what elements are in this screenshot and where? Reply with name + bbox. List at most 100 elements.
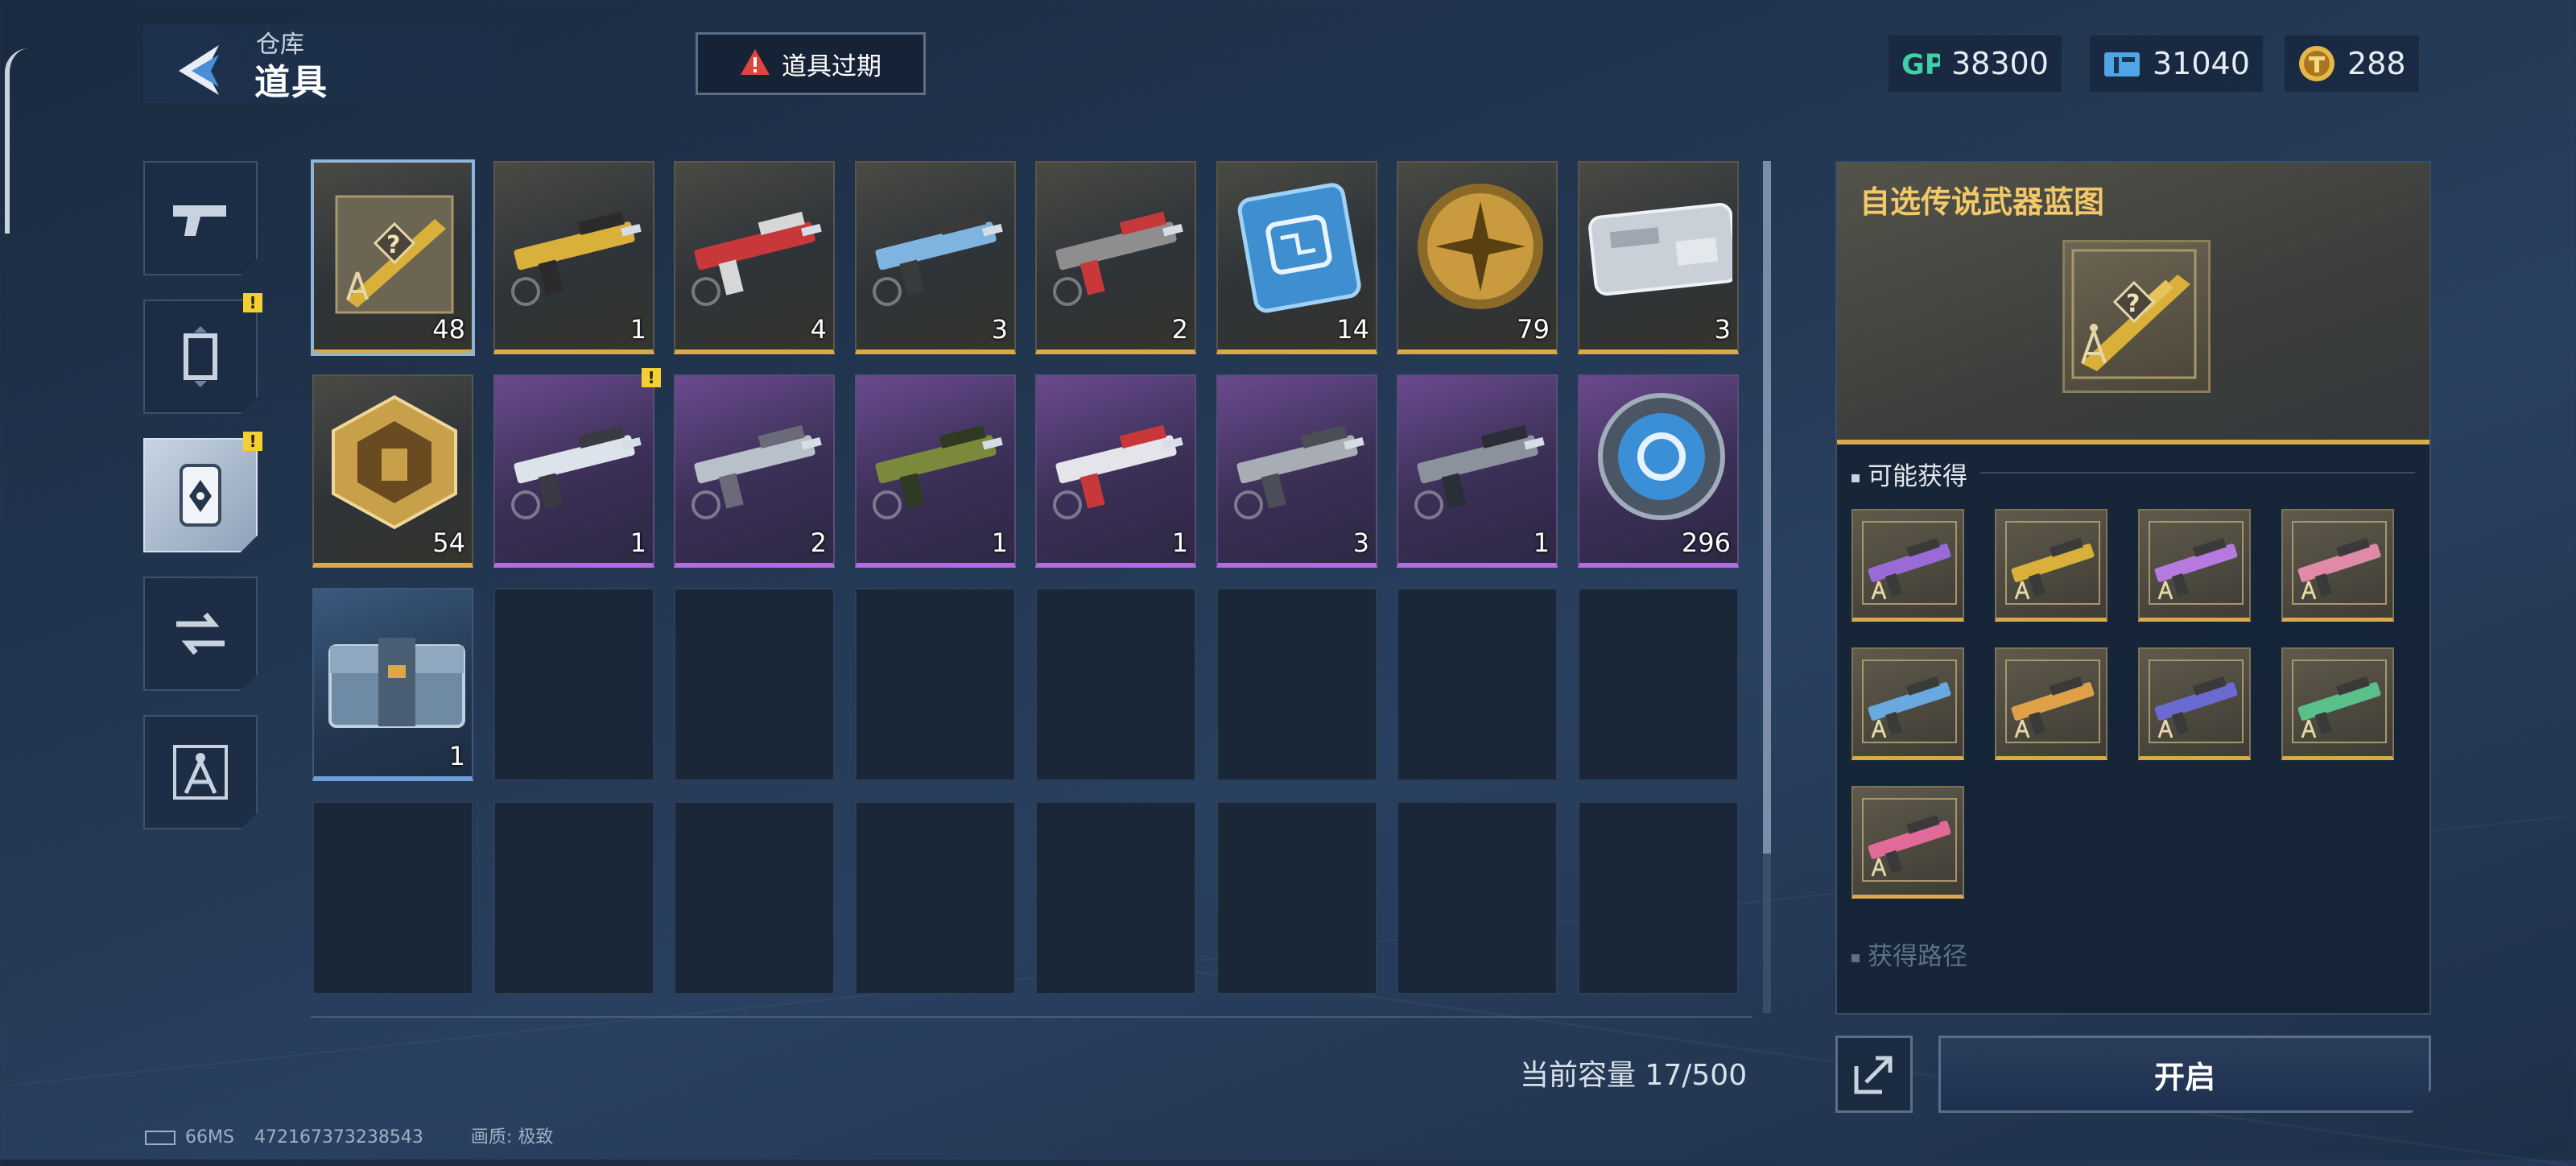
graphics-quality: 画质: 极致 — [470, 1127, 554, 1147]
player-id: 472167373238543 — [254, 1127, 423, 1147]
bullet-icon — [1852, 473, 1860, 482]
inventory-slot[interactable]: 1 — [493, 161, 654, 354]
category-tab-items[interactable] — [143, 438, 258, 552]
page-title: 道具 — [254, 62, 328, 103]
inventory-slot[interactable]: 1 — [1397, 374, 1558, 568]
gold-value: 288 — [2347, 46, 2406, 81]
possible-reward-item[interactable] — [2138, 647, 2251, 760]
empty-slot — [493, 588, 654, 781]
item-quantity: 3 — [991, 314, 1008, 345]
inventory-slot[interactable]: 1 — [493, 374, 654, 568]
inventory-slot[interactable]: 4 — [674, 161, 835, 354]
blue-pistol-blueprint-icon — [1860, 657, 1959, 746]
bullet-icon — [1852, 953, 1860, 962]
back-arrow-icon[interactable] — [171, 39, 230, 98]
inventory-slot[interactable]: 1 — [1035, 374, 1196, 568]
category-badge-frames: ! — [243, 293, 262, 312]
item-quantity: 1 — [448, 741, 465, 771]
item-quantity: 2 — [810, 527, 827, 558]
category-tab-frames[interactable] — [143, 300, 258, 414]
possible-reward-item[interactable] — [2138, 509, 2251, 622]
possible-reward-item[interactable] — [2281, 647, 2394, 760]
category-tab-blueprints[interactable] — [143, 715, 258, 829]
inventory-slot[interactable]: 54 — [312, 374, 473, 568]
grid-scroll-thumb[interactable] — [1763, 161, 1771, 854]
orange-rifle-blueprint-icon — [2003, 657, 2103, 746]
possible-reward-item[interactable] — [1852, 647, 1964, 760]
gold-medal-icon — [1406, 179, 1551, 316]
red-rifle-icon — [683, 179, 828, 316]
inventory-slot[interactable]: 1 — [855, 374, 1016, 568]
inventory-slot[interactable]: 3 — [1216, 374, 1377, 568]
empty-slot — [1397, 801, 1558, 994]
item-quantity: 54 — [432, 527, 465, 558]
expired-items-button[interactable]: 道具过期 — [696, 32, 926, 95]
currency-gold: 288 — [2285, 35, 2419, 92]
item-quantity: 1 — [991, 527, 1008, 558]
gold-hexagon-badge-icon — [322, 392, 467, 530]
item-quantity: 1 — [630, 527, 646, 558]
inventory-slot[interactable]: 1 — [312, 588, 473, 781]
frame-icon — [184, 326, 217, 387]
dark-pistol-icon — [1406, 392, 1551, 529]
possible-reward-item[interactable] — [1995, 647, 2107, 760]
svg-text:?: ? — [2126, 290, 2140, 318]
expired-items-label: 道具过期 — [782, 52, 881, 81]
empty-slot — [674, 801, 835, 994]
empty-slot — [1216, 801, 1377, 994]
possible-reward-item[interactable] — [1852, 786, 1964, 899]
blue-pistol-icon — [865, 179, 1009, 316]
capacity-label: 当前容量 17/500 — [1520, 1059, 1748, 1092]
item-quantity: 1 — [1533, 527, 1550, 558]
inventory-slot[interactable]: 2 — [674, 374, 835, 568]
circuit-chip-icon — [1226, 179, 1371, 316]
category-badge-items: ! — [243, 432, 262, 451]
gold-coin-icon — [2297, 44, 2336, 83]
empty-slot — [493, 801, 654, 994]
battery-icon — [145, 1131, 175, 1145]
share-button[interactable] — [1835, 1036, 1913, 1113]
possible-reward-item[interactable] — [1995, 509, 2107, 622]
possible-rewards-title: 可能获得 — [1852, 456, 1967, 492]
inventory-slot[interactable]: 14 — [1216, 161, 1377, 354]
inventory-slot[interactable]: ? 48 — [311, 159, 475, 356]
supply-crate-icon — [322, 606, 467, 742]
purple-rifle-blueprint-icon — [1860, 519, 1959, 607]
inventory-slot[interactable]: 296 — [1578, 374, 1739, 568]
inventory-slot[interactable]: 3 — [1578, 161, 1739, 354]
source-label: 获得路径 — [1868, 942, 1967, 971]
item-quantity: 3 — [1352, 527, 1369, 558]
item-quantity: 3 — [1714, 314, 1731, 345]
empty-slot — [312, 801, 473, 994]
currency-ticket: 31040 — [2090, 35, 2263, 92]
currency-gp: GP 38300 — [1889, 35, 2062, 92]
svg-text:GP: GP — [1901, 48, 1940, 80]
empty-slot — [855, 801, 1016, 994]
possible-reward-item[interactable] — [2281, 509, 2394, 622]
open-button[interactable]: 开启 — [1938, 1036, 2431, 1113]
navy-rifle-blueprint-icon — [2146, 657, 2246, 746]
gp-icon: GP — [1901, 44, 1940, 83]
compass-icon — [173, 745, 228, 800]
inventory-slot[interactable]: 79 — [1397, 161, 1558, 354]
possible-reward-item[interactable] — [1852, 509, 1964, 622]
edge-decoration — [5, 48, 34, 234]
inventory-slot[interactable]: 2 — [1035, 161, 1196, 354]
share-icon — [1854, 1056, 1893, 1094]
empty-slot — [1035, 801, 1196, 994]
blue-orb-token-icon — [1587, 392, 1732, 529]
silver-launcher-icon — [683, 392, 828, 529]
ticket-value: 31040 — [2153, 46, 2250, 81]
white-rifle-icon — [503, 392, 648, 529]
category-tab-mods[interactable] — [143, 577, 258, 691]
item-quantity: 1 — [1171, 527, 1188, 558]
pistol-icon — [173, 205, 226, 236]
new-item-badge: ! — [642, 368, 661, 387]
source-title: 获得路径 — [1852, 936, 1967, 972]
category-tab-weapons[interactable] — [143, 161, 258, 275]
pink-launcher-blueprint-icon — [1860, 796, 1959, 884]
blueprint-selectable-weapon-icon: ? — [322, 179, 467, 316]
empty-slot — [1397, 588, 1558, 781]
inventory-slot[interactable]: 3 — [855, 161, 1016, 354]
gold-rifle-blueprint-icon — [2003, 519, 2103, 607]
